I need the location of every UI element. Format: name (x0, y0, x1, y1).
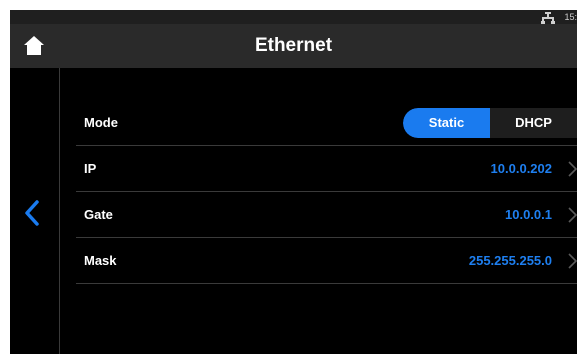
ip-label: IP (84, 161, 97, 176)
ip-row[interactable]: IP 10.0.0.202 (76, 146, 577, 192)
back-button[interactable] (20, 198, 44, 228)
page-title: Ethernet (254, 35, 333, 56)
mode-segmented-control[interactable]: Static DHCP (403, 108, 577, 138)
mask-value: 255.255.255.0 (468, 253, 552, 268)
mode-option-dhcp[interactable]: DHCP (490, 108, 577, 138)
mask-label: Mask (84, 253, 117, 268)
chevron-right-icon (567, 161, 577, 177)
mode-row: Mode Static DHCP (76, 100, 577, 146)
ethernet-status-icon (541, 11, 555, 24)
status-time: 15: (564, 12, 577, 22)
settings-list: Mode Static DHCP IP 10.0.0.202 Gate 10.0… (76, 100, 577, 284)
gate-label: Gate (84, 207, 113, 222)
chevron-right-icon (567, 253, 577, 269)
mask-row[interactable]: Mask 255.255.255.0 (76, 238, 577, 284)
gate-value: 10.0.0.1 (505, 207, 552, 222)
ethernet-settings-screen: 15: Ethernet Mode Static DHCP IP 10.0.0.… (10, 10, 577, 354)
status-bar: 15: (10, 10, 577, 24)
gate-row[interactable]: Gate 10.0.0.1 (76, 192, 577, 238)
chevron-right-icon (567, 207, 577, 223)
chevron-left-icon (20, 200, 44, 232)
ip-value: 10.0.0.202 (490, 161, 552, 176)
mode-option-static[interactable]: Static (403, 108, 490, 138)
title-bar: Ethernet (10, 24, 577, 68)
side-nav (10, 68, 60, 354)
mode-label: Mode (84, 115, 118, 130)
